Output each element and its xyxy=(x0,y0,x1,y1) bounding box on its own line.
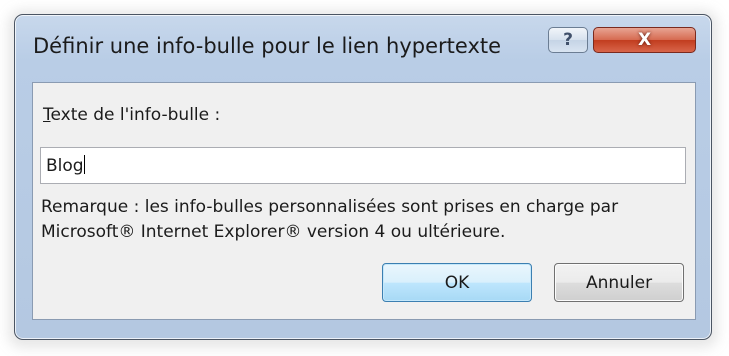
close-icon: X xyxy=(637,30,652,50)
cancel-button[interactable]: Annuler xyxy=(554,263,684,302)
dialog-body: Texte de l'info-bulle : Blog Remarque : … xyxy=(32,82,696,320)
tooltip-text-label: Texte de l'info-bulle : xyxy=(43,105,220,125)
screenshot: Définir une info-bulle pour le lien hype… xyxy=(0,0,729,356)
help-icon: ? xyxy=(563,30,573,50)
dialog-title: Définir une info-bulle pour le lien hype… xyxy=(33,34,502,58)
tooltip-dialog: Définir une info-bulle pour le lien hype… xyxy=(14,14,712,340)
label-accesskey: T xyxy=(43,105,51,125)
tooltip-text-input[interactable]: Blog xyxy=(40,147,686,184)
text-caret xyxy=(83,155,85,174)
label-text: exte de l'info-bulle : xyxy=(50,105,221,125)
ok-button[interactable]: OK xyxy=(382,263,532,302)
help-button[interactable]: ? xyxy=(548,27,588,53)
input-value: Blog xyxy=(46,156,84,176)
compatibility-note: Remarque : les info-bulles personnalisée… xyxy=(41,197,619,242)
close-button[interactable]: X xyxy=(593,27,696,53)
